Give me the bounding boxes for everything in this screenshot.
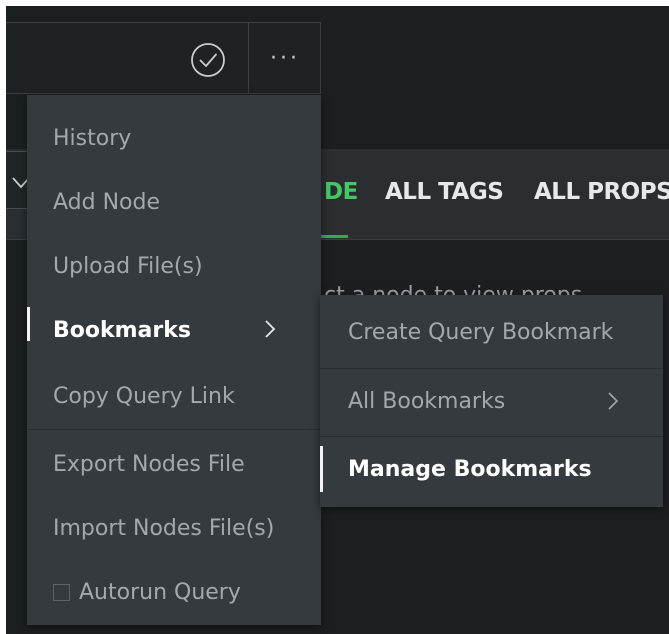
query-bar-divider bbox=[248, 23, 249, 93]
menu-item-autorun-query[interactable]: Autorun Query bbox=[27, 563, 321, 621]
query-bar: ··· bbox=[6, 22, 321, 94]
menu-item-add-node[interactable]: Add Node bbox=[27, 173, 321, 231]
tab-node[interactable]: DE bbox=[324, 179, 358, 205]
menu-item-label: Add Node bbox=[53, 189, 161, 215]
check-circle-icon bbox=[191, 43, 225, 77]
menu-item-import-nodes-files[interactable]: Import Nodes File(s) bbox=[27, 499, 321, 557]
menu-item-label: Export Nodes File bbox=[53, 451, 245, 477]
submenu-item-label: Manage Bookmarks bbox=[348, 456, 592, 482]
options-menu: History Add Node Upload File(s) Bookmark… bbox=[27, 95, 321, 625]
menu-item-label: Autorun Query bbox=[79, 579, 241, 605]
menu-item-label: Copy Query Link bbox=[53, 383, 235, 409]
bookmarks-submenu: Create Query Bookmark All Bookmarks Mana… bbox=[320, 295, 663, 507]
menu-item-label: History bbox=[53, 125, 132, 151]
menu-item-export-nodes-file[interactable]: Export Nodes File bbox=[27, 435, 321, 493]
more-options-button[interactable]: ··· bbox=[258, 41, 312, 77]
run-query-button[interactable] bbox=[190, 42, 226, 78]
tab-all-props[interactable]: ALL PROPS bbox=[534, 179, 669, 205]
chevron-right-icon bbox=[608, 392, 619, 410]
app-window: ··· DE ALL TAGS ALL PROPS ct a node to v… bbox=[6, 6, 669, 634]
submenu-item-create-query-bookmark[interactable]: Create Query Bookmark bbox=[320, 299, 663, 365]
chevron-right-icon bbox=[265, 320, 276, 338]
menu-item-bookmarks[interactable]: Bookmarks bbox=[27, 301, 321, 359]
menu-item-label: Bookmarks bbox=[53, 317, 191, 343]
menu-item-label: Upload File(s) bbox=[53, 253, 203, 279]
menu-item-history[interactable]: History bbox=[27, 109, 321, 167]
autorun-checkbox[interactable] bbox=[53, 583, 70, 601]
tab-all-tags[interactable]: ALL TAGS bbox=[385, 179, 504, 205]
submenu-item-label: Create Query Bookmark bbox=[348, 319, 614, 345]
menu-item-copy-query-link[interactable]: Copy Query Link bbox=[27, 367, 321, 425]
submenu-item-manage-bookmarks[interactable]: Manage Bookmarks bbox=[320, 436, 663, 502]
submenu-item-all-bookmarks[interactable]: All Bookmarks bbox=[320, 368, 663, 434]
submenu-item-label: All Bookmarks bbox=[348, 388, 506, 414]
menu-item-label: Import Nodes File(s) bbox=[53, 515, 275, 541]
menu-item-upload-files[interactable]: Upload File(s) bbox=[27, 237, 321, 295]
menu-divider bbox=[27, 429, 321, 430]
